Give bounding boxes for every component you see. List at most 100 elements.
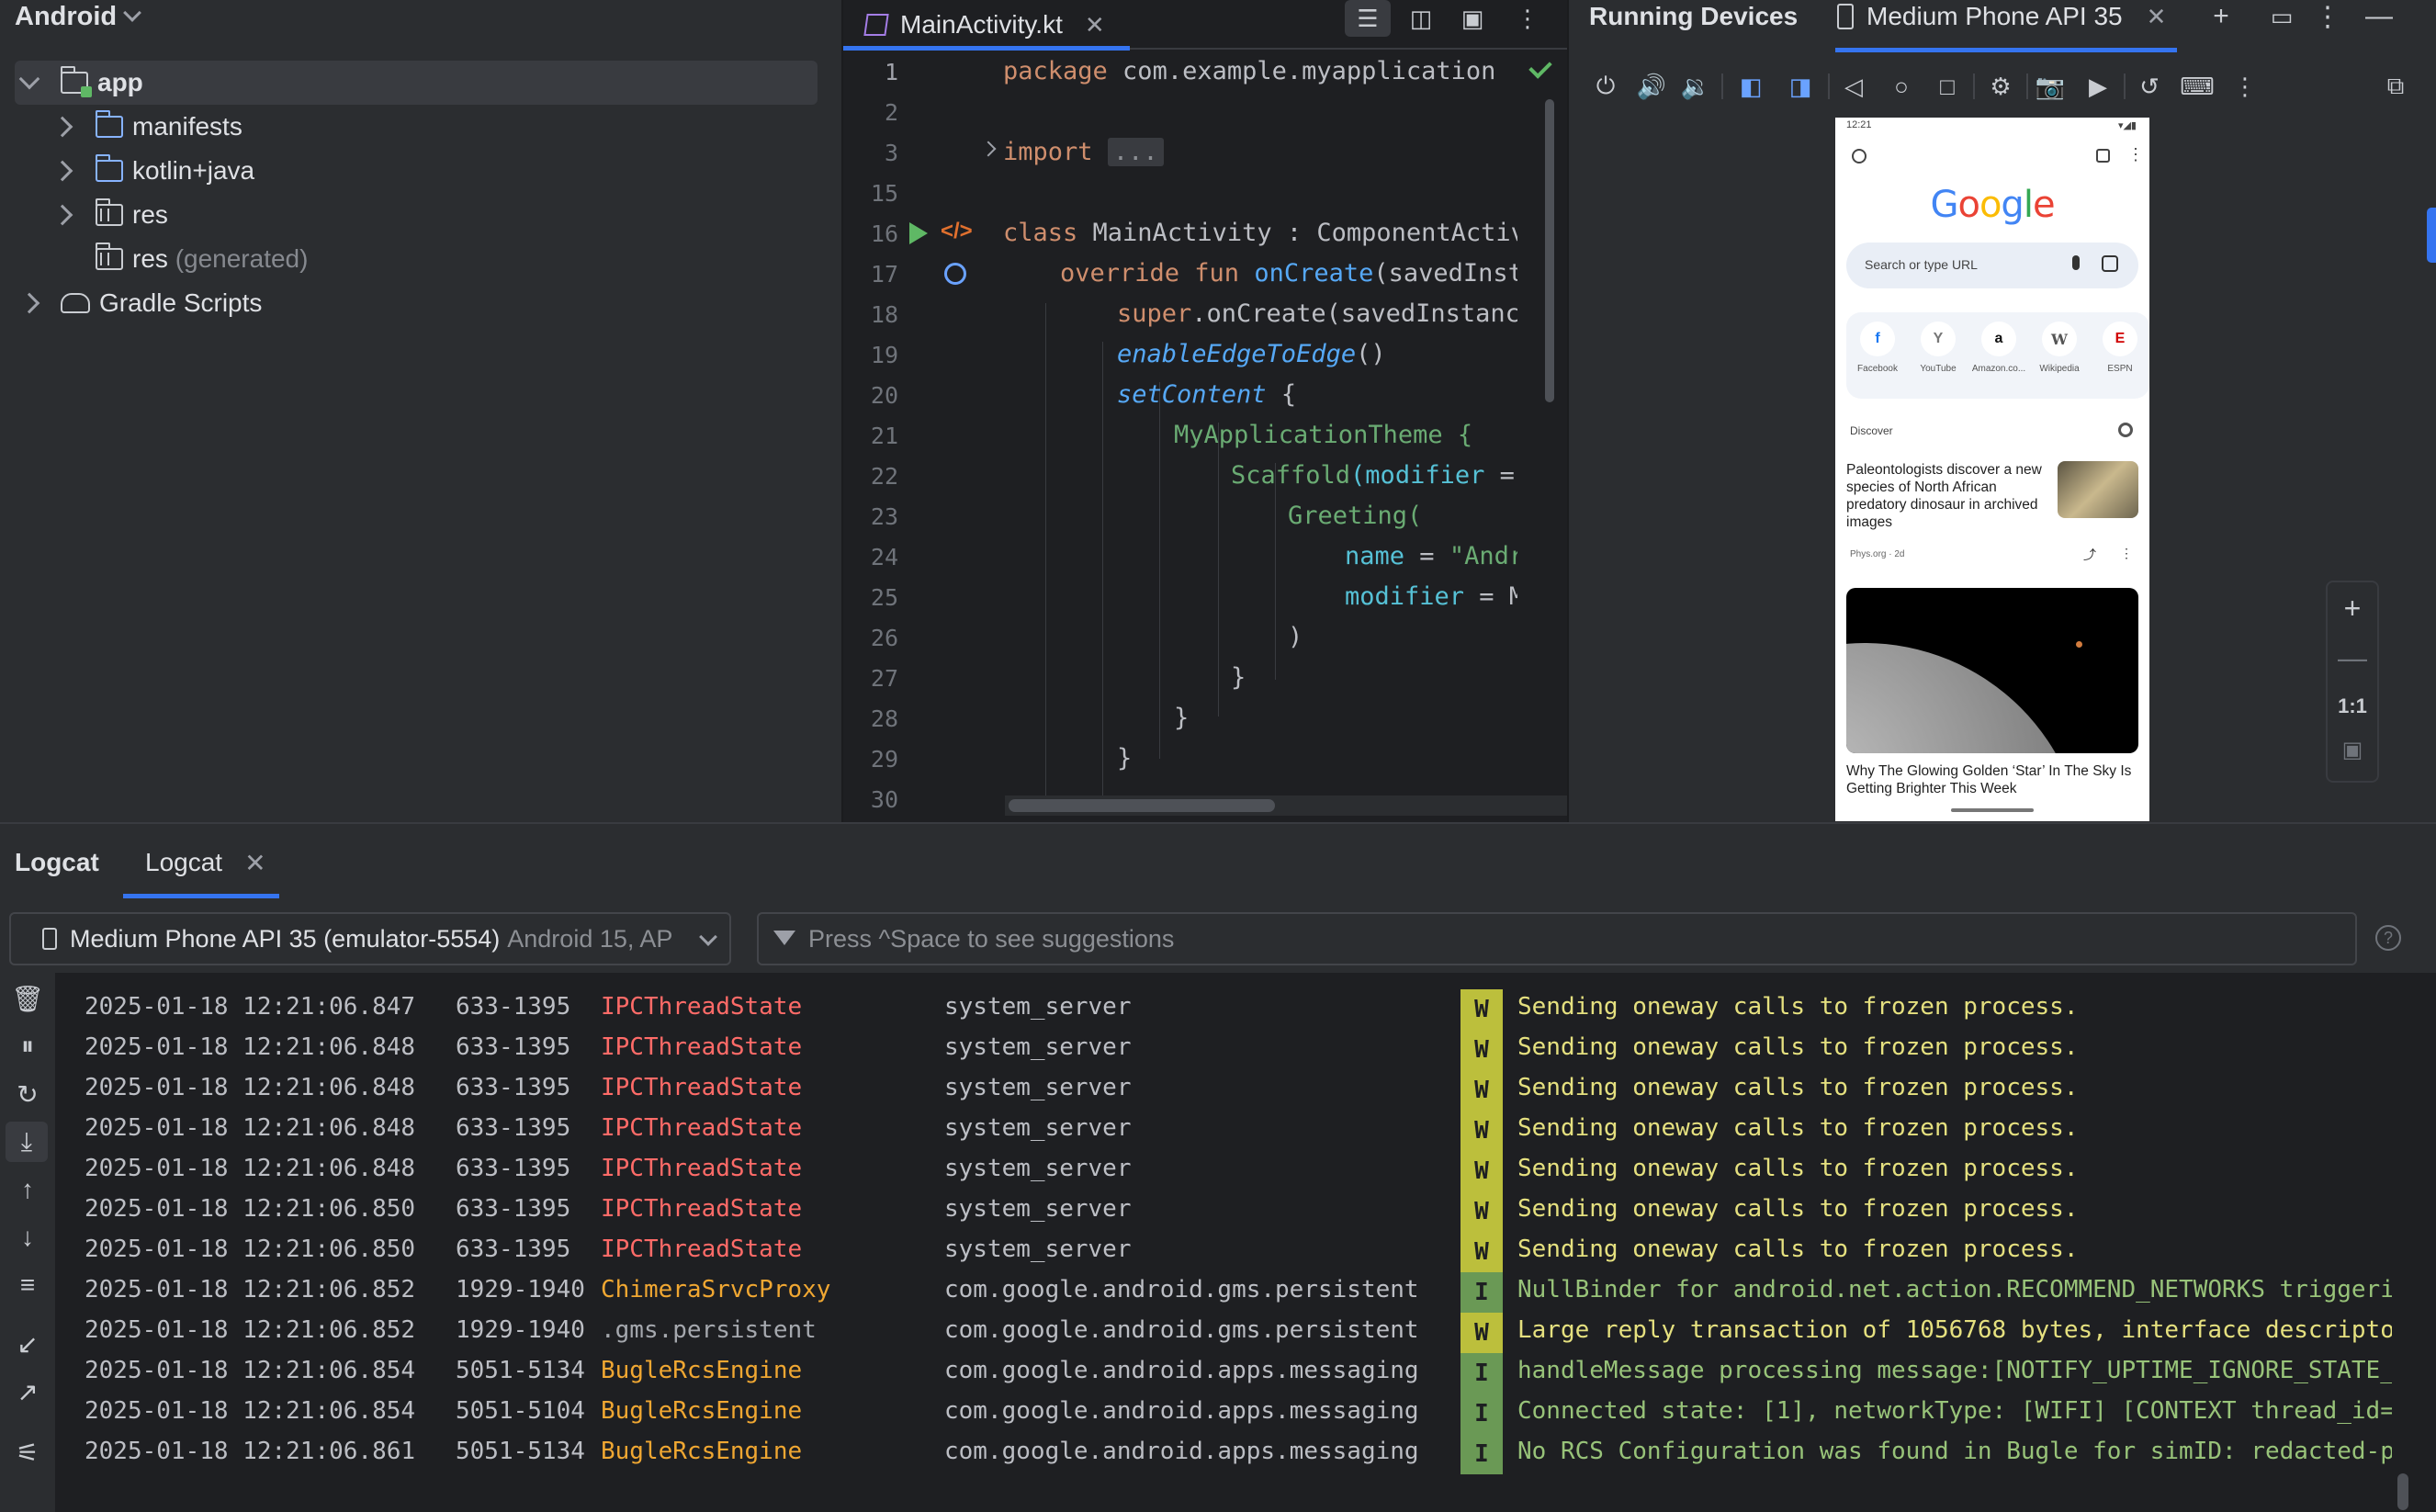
format-settings-icon[interactable]: ⚟ <box>0 1432 55 1473</box>
tree-item-res-generated[interactable]: res (generated) <box>96 237 308 281</box>
vertical-scrollbar[interactable] <box>1545 99 1554 402</box>
collapse-arrow-icon[interactable] <box>51 116 73 138</box>
log-row[interactable]: 2025-01-18 12:21:06.850 633-1395 IPCThre… <box>62 1191 2392 1232</box>
news-title[interactable]: Paleontologists discover a new species o… <box>1846 461 2058 531</box>
lens-icon[interactable] <box>2102 255 2118 272</box>
device-settings-icon[interactable]: ⚙ <box>1982 64 2019 108</box>
zoom-in-icon[interactable]: + <box>2328 592 2377 626</box>
close-icon[interactable]: ✕ <box>2147 3 2167 31</box>
volume-up-icon[interactable]: 🔊 <box>1633 64 1670 108</box>
override-marker-icon[interactable] <box>944 263 966 285</box>
close-icon[interactable]: ✕ <box>244 848 265 878</box>
collapse-arrow-icon[interactable] <box>18 292 40 314</box>
back-icon[interactable]: ◁ <box>1835 64 1872 108</box>
split-view-icon[interactable]: ◫ <box>1398 0 1444 37</box>
home-icon[interactable]: ○ <box>1883 64 1920 108</box>
news-image[interactable] <box>1846 588 2138 753</box>
no-problems-check-icon[interactable] <box>1528 55 1552 79</box>
more-options-icon[interactable]: ⋮ <box>2227 64 2263 108</box>
tree-item-app[interactable]: app <box>15 61 818 105</box>
log-row[interactable]: 2025-01-18 12:21:06.848 633-1395 IPCThre… <box>62 1151 2392 1191</box>
device-mirror-icon[interactable]: ⧉ <box>2377 64 2414 108</box>
device-screen[interactable]: 12:21 ▾◢▮ ⋮ Google Search or type URL fF… <box>1835 118 2149 821</box>
side-panel-indicator[interactable] <box>2427 208 2436 263</box>
tree-item-gradle-scripts[interactable]: Gradle Scripts <box>18 281 262 325</box>
collapse-icon[interactable]: ↙ <box>0 1324 55 1364</box>
clear-log-icon[interactable]: 🗑 <box>0 978 55 1019</box>
log-row[interactable]: 2025-01-18 12:21:06.854 5051-5134 BugleR… <box>62 1353 2392 1394</box>
reset-icon[interactable]: ↺ <box>2131 64 2168 108</box>
news-thumbnail[interactable] <box>2058 461 2138 518</box>
help-icon[interactable]: ? <box>2375 925 2401 951</box>
logcat-scrollbar[interactable] <box>2397 1473 2408 1510</box>
window-layout-icon[interactable]: ▭ <box>2263 0 2300 33</box>
news-title[interactable]: Why The Glowing Golden ‘Star’ In The Sky… <box>1846 762 2138 797</box>
log-row[interactable]: 2025-01-18 12:21:06.848 633-1395 IPCThre… <box>62 1070 2392 1111</box>
logcat-log-list[interactable]: 2025-01-18 12:21:06.847 633-1395 IPCThre… <box>62 989 2392 1504</box>
down-arrow-icon[interactable]: ↓ <box>0 1217 55 1258</box>
folded-imports[interactable]: ... <box>1107 138 1164 166</box>
shortcut-wikipedia[interactable]: W Wikipedia <box>2032 322 2087 374</box>
more-options-icon[interactable]: ⋮ <box>2309 0 2346 33</box>
restart-icon[interactable]: ↻ <box>0 1074 55 1114</box>
shortcut-youtube[interactable]: Y YouTube <box>1911 322 1966 374</box>
more-options-icon[interactable]: ⋮ <box>2120 546 2133 561</box>
expand-icon[interactable]: ↗ <box>0 1371 55 1412</box>
compose-preview-icon[interactable]: </> <box>941 219 973 244</box>
pause-icon[interactable]: ⏸ <box>0 1026 55 1066</box>
collapse-arrow-icon[interactable] <box>51 160 73 182</box>
mic-icon[interactable] <box>2072 255 2080 270</box>
soft-wrap-icon[interactable]: ≡ <box>0 1265 55 1305</box>
fold-arrow-icon[interactable] <box>980 141 997 157</box>
menu-icon[interactable]: ⋮ <box>2127 145 2144 164</box>
screen-record-icon[interactable]: ▶ <box>2080 64 2116 108</box>
log-row[interactable]: 2025-01-18 12:21:06.854 5051-5104 BugleR… <box>62 1394 2392 1434</box>
zoom-fit-icon[interactable]: ▣ <box>2328 737 2377 763</box>
tree-item-res[interactable]: res <box>51 193 168 237</box>
tree-item-manifests[interactable]: manifests <box>51 105 242 149</box>
scroll-to-end-icon[interactable]: ⤓ <box>6 1122 48 1162</box>
tree-item-kotlin-java[interactable]: kotlin+java <box>51 149 254 193</box>
code-view-icon[interactable]: ☰ <box>1345 0 1391 37</box>
shortcut-facebook[interactable]: f Facebook <box>1850 322 1905 374</box>
expand-arrow-icon[interactable] <box>18 68 40 90</box>
incognito-icon[interactable] <box>1852 149 1866 164</box>
horizontal-scrollbar[interactable] <box>1009 799 1275 812</box>
design-view-icon[interactable]: ▣ <box>1449 0 1495 37</box>
share-icon[interactable]: ⤴ <box>2083 546 2096 564</box>
tab-medium-phone[interactable]: Medium Phone API 35 ✕ <box>1837 0 2166 33</box>
log-row[interactable]: 2025-01-18 12:21:06.850 633-1395 IPCThre… <box>62 1232 2392 1272</box>
more-options-icon[interactable]: ⋮ <box>1505 0 1551 37</box>
logcat-filter-input[interactable]: Press ^Space to see suggestions <box>757 912 2357 965</box>
volume-down-icon[interactable]: 🔉 <box>1677 64 1714 108</box>
code-area[interactable]: package com.example.myapplication import… <box>1003 51 1517 795</box>
add-device-icon[interactable]: + <box>2203 0 2239 33</box>
rotate-right-icon[interactable]: ◨ <box>1782 64 1819 108</box>
overview-icon[interactable]: □ <box>1929 64 1966 108</box>
keyboard-icon[interactable]: ⌨ <box>2179 64 2216 108</box>
power-icon[interactable]: ⏻ <box>1587 64 1624 108</box>
zoom-actual-size[interactable]: 1:1 <box>2328 694 2377 718</box>
tab-mainactivity[interactable]: MainActivity.kt ✕ <box>843 0 1122 50</box>
log-row[interactable]: 2025-01-18 12:21:06.861 5051-5134 BugleR… <box>62 1434 2392 1474</box>
log-row[interactable]: 2025-01-18 12:21:06.848 633-1395 IPCThre… <box>62 1111 2392 1151</box>
tab-logcat[interactable]: Logcat ✕ <box>145 848 266 878</box>
search-bar[interactable]: Search or type URL <box>1846 243 2138 288</box>
log-row[interactable]: 2025-01-18 12:21:06.848 633-1395 IPCThre… <box>62 1030 2392 1070</box>
log-row[interactable]: 2025-01-18 12:21:06.847 633-1395 IPCThre… <box>62 989 2392 1030</box>
log-row[interactable]: 2025-01-18 12:21:06.852 1929-1940 .gms.p… <box>62 1313 2392 1353</box>
zoom-out-icon[interactable]: — <box>2328 641 2377 675</box>
close-icon[interactable]: ✕ <box>1085 11 1105 39</box>
log-row[interactable]: 2025-01-18 12:21:06.852 1929-1940 Chimer… <box>62 1272 2392 1313</box>
run-icon[interactable] <box>909 222 928 244</box>
screenshot-icon[interactable]: 📷 <box>2032 64 2069 108</box>
up-arrow-icon[interactable]: ↑ <box>0 1169 55 1210</box>
tab-switcher-icon[interactable] <box>2096 149 2110 163</box>
shortcut-espn[interactable]: E ESPN <box>2092 322 2148 374</box>
minimize-icon[interactable]: — <box>2361 0 2397 33</box>
rotate-left-icon[interactable]: ◧ <box>1732 64 1769 108</box>
shortcut-amazon[interactable]: a Amazon.co... <box>1971 322 2026 374</box>
collapse-arrow-icon[interactable] <box>51 204 73 226</box>
device-selector[interactable]: Medium Phone API 35 (emulator-5554) Andr… <box>9 912 731 965</box>
gesture-nav-bar[interactable] <box>1951 808 2034 812</box>
